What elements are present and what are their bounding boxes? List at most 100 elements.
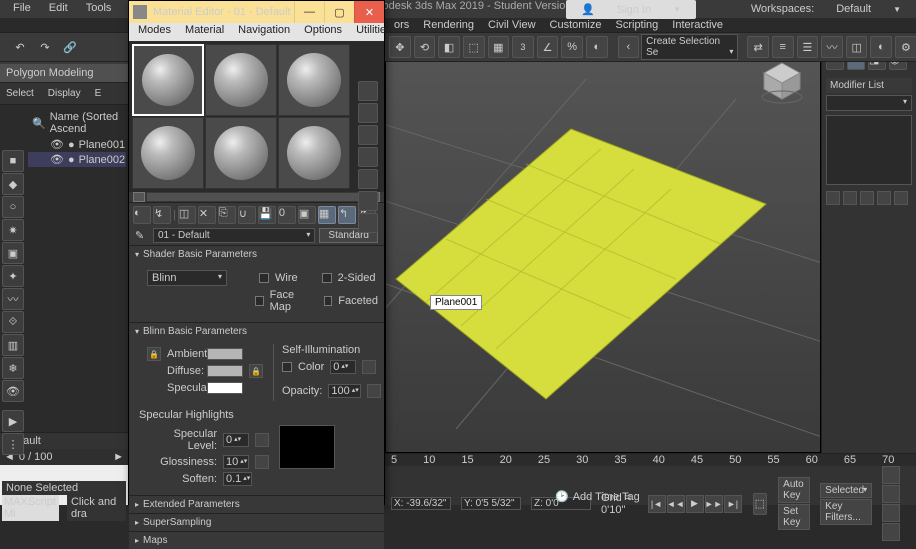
mirror-button[interactable]: ⇄ <box>747 36 769 58</box>
shader-type-dropdown[interactable]: Blinn <box>147 270 227 286</box>
time-ruler[interactable] <box>2 467 126 481</box>
show-end-button[interactable] <box>843 191 857 205</box>
vb-lights[interactable]: ✷ <box>2 219 24 241</box>
sample-slot-2[interactable] <box>205 44 277 116</box>
get-material-button[interactable]: ◐ <box>133 206 151 224</box>
polygon-modeling-header[interactable]: Polygon Modeling <box>0 64 128 83</box>
modifier-list-dropdown[interactable] <box>826 95 912 111</box>
workspace-selector[interactable]: Workspaces: Default ▼ <box>742 1 910 17</box>
vb-cameras[interactable]: ▣ <box>2 242 24 264</box>
rollout-shader-header[interactable]: Shader Basic Parameters <box>129 245 384 263</box>
addtime-icon[interactable]: 🕑 <box>555 490 569 503</box>
remove-mod-button[interactable] <box>877 191 891 205</box>
make-copy-button[interactable]: ⎘ <box>218 206 236 224</box>
percent-snap-button[interactable]: % <box>561 36 583 58</box>
slider-right-icon[interactable]: ► <box>113 451 124 463</box>
link-button[interactable]: 🔗 <box>59 36 81 58</box>
sample-type-button[interactable] <box>358 81 378 101</box>
preview-button[interactable] <box>358 191 378 211</box>
selection-set-dropdown[interactable]: Create Selection Se <box>641 34 738 60</box>
assign-button[interactable]: ◫ <box>178 206 196 224</box>
freeze-icon[interactable]: ● <box>68 139 75 151</box>
key-mode-dropdown[interactable]: Selected <box>820 483 872 498</box>
modifier-stack[interactable] <box>826 115 912 185</box>
backlight-button[interactable] <box>358 103 378 123</box>
vb-helpers[interactable]: ✦ <box>2 265 24 287</box>
spinner-snap-button[interactable]: ◐ <box>586 36 608 58</box>
layers-button[interactable]: ☰ <box>797 36 819 58</box>
sample-scrollbar[interactable] <box>129 192 384 202</box>
signin-button[interactable]: 👤 Sign In ▼ <box>566 0 696 19</box>
menu-tools[interactable]: Tools <box>77 0 121 18</box>
refcoord-button[interactable]: ▦ <box>488 36 510 58</box>
color-spinner[interactable]: 0▴▾ <box>330 360 356 374</box>
vb-frozen[interactable]: ❄ <box>2 357 24 379</box>
vb-play[interactable]: ▶ <box>2 410 24 432</box>
sample-slot-5[interactable] <box>205 117 277 189</box>
go-parent-button[interactable]: ↰ <box>338 206 356 224</box>
vb-extra[interactable]: ⋮ <box>2 433 24 455</box>
isolate-button[interactable]: ⬚ <box>753 493 768 515</box>
snap-3-button[interactable]: 3 <box>512 36 534 58</box>
maximize-button[interactable]: ▢ <box>324 1 354 23</box>
angle-snap-button[interactable]: ∠ <box>537 36 559 58</box>
key-filters-button[interactable]: Key Filters... <box>820 499 872 525</box>
add-time-tag[interactable]: Add Time Tag <box>573 491 640 503</box>
rollout-supersampling-header[interactable]: SuperSampling <box>129 513 384 531</box>
pan-button[interactable] <box>882 504 900 522</box>
eye-icon[interactable]: 👁 <box>50 153 64 166</box>
put-library-button[interactable]: 💾 <box>258 206 276 224</box>
wire-checkbox[interactable] <box>259 273 269 283</box>
minimize-button[interactable]: — <box>294 1 324 23</box>
gloss-map-button[interactable] <box>255 455 269 469</box>
coord-x[interactable]: X: -39.6/32" <box>391 497 451 510</box>
opacity-spinner[interactable]: 100▴▾ <box>328 384 360 398</box>
material-editor-titlebar[interactable]: Material Editor - 01 - Default — ▢ ✕ <box>129 1 384 23</box>
specular-swatch[interactable] <box>207 382 243 394</box>
menu-options[interactable]: Options <box>297 23 349 41</box>
orbit-button[interactable] <box>882 523 900 541</box>
viewport[interactable]: hading ] <box>385 48 821 453</box>
color-checkbox[interactable] <box>282 362 292 372</box>
rotate-button[interactable]: ⟲ <box>414 36 436 58</box>
vb-all[interactable]: ■ <box>2 150 24 172</box>
scene-item-plane001[interactable]: 👁 ● Plane001 <box>28 137 126 152</box>
show-in-vp-button[interactable]: ▣ <box>298 206 316 224</box>
menu-interactive[interactable]: Interactive <box>666 18 729 32</box>
diffuse-ambient-lock[interactable]: 🔒 <box>249 364 263 378</box>
soften-spinner[interactable]: 0.1▴▾ <box>223 472 252 486</box>
ambient-swatch[interactable] <box>207 348 243 360</box>
autokey-button[interactable]: Auto Key <box>778 477 810 503</box>
tab-select[interactable]: Select <box>2 87 38 100</box>
sample-slot-4[interactable] <box>132 117 204 189</box>
eyedropper-icon[interactable]: ✎ <box>135 229 149 243</box>
goto-start-button[interactable]: |◄ <box>648 495 666 513</box>
spec-level-spinner[interactable]: 0▴▾ <box>223 433 249 447</box>
tab-display[interactable]: Display <box>44 87 85 100</box>
ambient-lock-button[interactable]: 🔒 <box>147 347 161 361</box>
glossiness-spinner[interactable]: 10▴▾ <box>223 455 249 469</box>
viewcube[interactable] <box>760 59 805 104</box>
menu-customize[interactable]: Customize <box>544 18 608 32</box>
scroll-left-icon[interactable] <box>133 192 145 202</box>
play-button[interactable]: ▶ <box>686 495 704 513</box>
eye-icon[interactable]: 👁 <box>50 138 64 151</box>
sample-slot-3[interactable] <box>278 44 350 116</box>
diffuse-swatch[interactable] <box>207 365 243 377</box>
goto-end-button[interactable]: ►| <box>724 495 742 513</box>
schematic-button[interactable]: ◫ <box>846 36 868 58</box>
menu-civilview[interactable]: Civil View <box>482 18 541 32</box>
unique-button[interactable] <box>860 191 874 205</box>
menu-material[interactable]: Material <box>178 23 231 41</box>
menu-edit[interactable]: Edit <box>40 0 77 18</box>
curve-editor-button[interactable]: 〰 <box>821 36 843 58</box>
undo-button[interactable]: ↶ <box>9 36 31 58</box>
tab-edit[interactable]: E <box>91 87 106 100</box>
menu-utilities[interactable]: Utilities <box>349 23 398 41</box>
twosided-checkbox[interactable] <box>322 273 332 283</box>
make-unique-button[interactable]: ∪ <box>238 206 256 224</box>
column-header-name[interactable]: 🔍 Name (Sorted Ascend <box>28 109 126 137</box>
material-editor-button[interactable]: ◐ <box>870 36 892 58</box>
selfillum-map-button[interactable] <box>362 360 376 374</box>
rollout-maps-header[interactable]: Maps <box>129 531 384 549</box>
